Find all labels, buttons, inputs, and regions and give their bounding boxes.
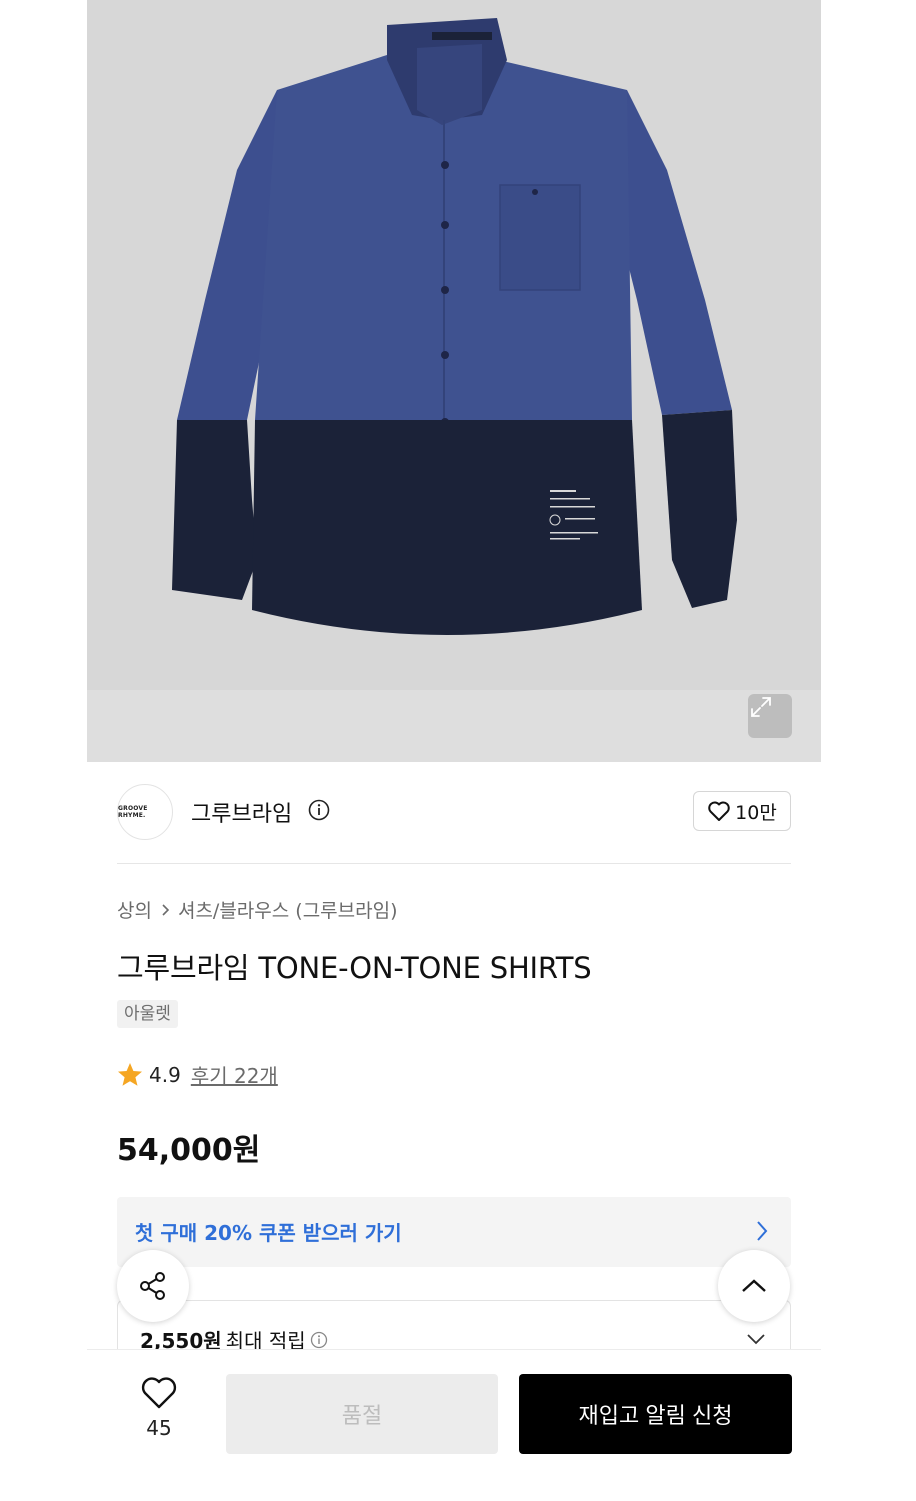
product-page: GROOVE RHYME. 그루브라임 10만 상의 셔츠/블라우스 (그루브라…	[87, 0, 821, 1501]
info-icon[interactable]	[310, 1331, 328, 1349]
product-image[interactable]	[87, 0, 821, 762]
bottom-action-bar: 45 품절 재입고 알림 신청	[87, 1349, 821, 1501]
heart-icon	[708, 801, 730, 821]
restock-alert-button[interactable]: 재입고 알림 신청	[519, 1374, 792, 1454]
chevron-up-icon	[742, 1279, 766, 1292]
breadcrumb-subcategory[interactable]: 셔츠/블라우스 (그루브라임)	[178, 896, 398, 923]
scroll-top-button[interactable]	[718, 1250, 790, 1322]
outlet-badge: 아울렛	[117, 1000, 178, 1028]
breadcrumb-category[interactable]: 상의	[117, 896, 152, 923]
expand-icon	[751, 697, 771, 717]
wishlist-button[interactable]: 45	[131, 1376, 187, 1440]
divider	[117, 863, 791, 864]
info-icon[interactable]	[308, 799, 330, 821]
chevron-right-icon	[162, 903, 170, 916]
brand-like-count: 10만	[735, 801, 777, 824]
brand-name[interactable]: 그루브라임	[191, 796, 292, 828]
heart-icon	[141, 1377, 177, 1409]
brand-like-button[interactable]: 10만	[693, 791, 791, 831]
shirt-illustration	[87, 0, 821, 762]
coupon-banner[interactable]: 첫 구매 20% 쿠폰 받으러 가기	[117, 1197, 791, 1267]
expand-image-button[interactable]	[748, 694, 792, 738]
star-icon	[118, 1063, 142, 1086]
coupon-text: 첫 구매 20% 쿠폰 받으러 가기	[135, 1221, 402, 1245]
breadcrumb: 상의 셔츠/블라우스 (그루브라임)	[117, 896, 398, 923]
product-price: 54,000원	[117, 1133, 261, 1168]
reviews-link[interactable]: 후기 22개	[191, 1060, 278, 1089]
wishlist-count: 45	[146, 1416, 172, 1440]
share-icon	[140, 1272, 165, 1300]
brand-logo[interactable]: GROOVE RHYME.	[117, 784, 173, 840]
chevron-right-icon	[757, 1221, 768, 1241]
product-title: 그루브라임 TONE-ON-TONE SHIRTS	[117, 951, 592, 985]
rating-score: 4.9	[149, 1062, 181, 1087]
rating: 4.9 후기 22개	[117, 1060, 278, 1089]
chevron-down-icon	[747, 1334, 765, 1345]
share-button[interactable]	[117, 1250, 189, 1322]
brand-row: GROOVE RHYME. 그루브라임 10만	[117, 784, 791, 840]
soldout-button: 품절	[226, 1374, 498, 1454]
